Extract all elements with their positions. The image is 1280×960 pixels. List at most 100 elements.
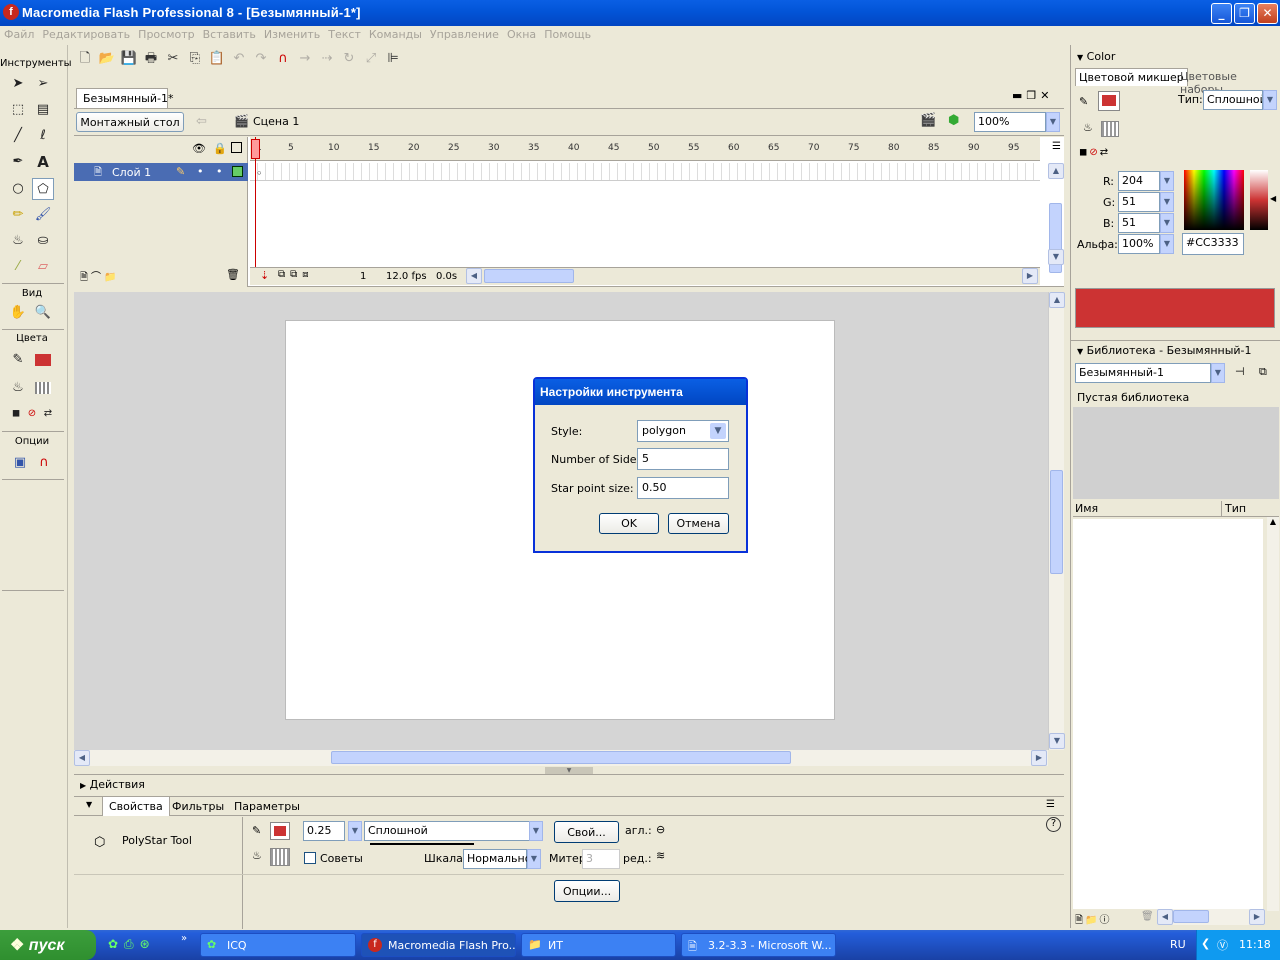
zoom-select[interactable]: 100%	[974, 112, 1046, 132]
language-indicator[interactable]: RU	[1170, 938, 1186, 951]
frame-ruler[interactable]: 15101520253035404550556065707580859095	[250, 137, 1040, 161]
smooth-icon[interactable]: →	[294, 48, 316, 70]
g-input[interactable]: 51	[1118, 192, 1160, 212]
stroke-style-select[interactable]: Сплошной	[364, 821, 530, 845]
timeline-toggle-button[interactable]: Монтажный стол	[76, 112, 184, 132]
back-arrow-icon[interactable]: ⇦	[196, 114, 207, 129]
brightness-slider[interactable]	[1250, 170, 1268, 230]
menu-help[interactable]: Помощь	[540, 26, 595, 43]
mixer-fill-swatch[interactable]	[1101, 121, 1119, 137]
mixer-stroke-swatch[interactable]	[1098, 91, 1120, 111]
document-tab[interactable]: Безымянный-1*	[76, 88, 173, 108]
menu-control[interactable]: Управление	[426, 26, 503, 43]
join-style-icon[interactable]: ≋	[656, 849, 665, 862]
properties-menu-icon[interactable]: ☰	[1046, 799, 1055, 810]
library-panel-header[interactable]: ▼ Библиотека - Безымянный-1	[1071, 340, 1280, 360]
tray-app-icon[interactable]: Ⓥ	[1217, 937, 1228, 953]
arrow-tool-icon[interactable]: ➤	[7, 73, 29, 95]
fill-color-swatch[interactable]	[32, 377, 54, 399]
quick-launch-more-icon[interactable]: »	[181, 933, 187, 944]
open-icon[interactable]: 📂	[96, 48, 118, 70]
scale-dropdown[interactable]: ▼	[527, 849, 541, 869]
text-tool-icon[interactable]: A	[32, 151, 54, 173]
save-icon[interactable]: 💾	[118, 48, 140, 70]
new-library-icon[interactable]: ⧉	[1259, 365, 1267, 379]
paint-bucket-tool-icon[interactable]: ⛀	[32, 230, 54, 252]
pin-library-icon[interactable]: ⊣	[1235, 365, 1245, 378]
object-drawing-icon[interactable]: ▣	[9, 452, 31, 474]
lock-dot[interactable]: •	[216, 165, 223, 178]
pencil-tool-icon[interactable]: ✏	[7, 204, 29, 226]
library-vscroll[interactable]: ▲	[1267, 517, 1279, 911]
custom-stroke-button[interactable]: Свой...	[554, 821, 619, 843]
tab-filters[interactable]: Фильтры	[172, 800, 224, 813]
alpha-dropdown[interactable]: ▼	[1160, 234, 1174, 254]
keyframe-dot[interactable]: ◦	[255, 167, 263, 180]
oval-tool-icon[interactable]: ○	[7, 178, 29, 200]
hand-tool-icon[interactable]: ✋	[7, 302, 29, 324]
cut-icon[interactable]: ✂	[162, 48, 184, 70]
brush-tool-icon[interactable]: 🖌	[32, 204, 54, 226]
visibility-dot[interactable]: •	[197, 165, 204, 178]
copy-icon[interactable]: ⎘	[184, 48, 206, 70]
style-dropdown-icon[interactable]: ▼	[710, 423, 726, 439]
g-dropdown[interactable]: ▼	[1160, 192, 1174, 212]
undo-icon[interactable]: ↶	[228, 48, 250, 70]
scale-icon[interactable]: ⤢	[360, 48, 382, 70]
document-window-controls[interactable]: ▬❐✕	[1012, 89, 1053, 102]
snap-to-objects-icon[interactable]: ∩	[272, 48, 294, 70]
playhead-handle[interactable]	[251, 139, 260, 159]
task-word[interactable]: 🗎 3.2-3.3 - Microsoft W...	[681, 933, 836, 957]
start-button[interactable]: ❖ пуск	[0, 930, 96, 960]
center-frame-icon[interactable]: ⇣	[260, 269, 269, 282]
timeline-hscroll-left[interactable]: ◀	[466, 268, 482, 284]
mixer-color-buttons[interactable]: ◼⊘⇄	[1079, 147, 1110, 158]
edit-symbols-icon[interactable]: ⬢	[948, 113, 959, 128]
menu-modify[interactable]: Изменить	[260, 26, 324, 43]
outline-color-box[interactable]	[232, 166, 243, 177]
polystar-tool-icon[interactable]: ⬠	[32, 178, 54, 200]
library-doc-dropdown[interactable]: ▼	[1211, 363, 1225, 383]
task-folder[interactable]: 📁 ИТ	[521, 933, 676, 957]
pen-tool-icon[interactable]: ✒	[7, 151, 29, 173]
delete-layer-icon[interactable]: 🗑	[226, 268, 240, 281]
hints-checkbox[interactable]	[304, 852, 316, 864]
subselect-tool-icon[interactable]: ➢	[32, 73, 54, 95]
lasso-tool-icon[interactable]: ℓ	[32, 125, 54, 147]
eyedropper-tool-icon[interactable]: ⁄	[7, 256, 29, 278]
miter-input[interactable]: 3	[582, 849, 620, 869]
scale-select[interactable]: Нормально	[463, 849, 531, 869]
align-icon[interactable]: ⊫	[382, 48, 404, 70]
color-spectrum[interactable]	[1184, 170, 1244, 230]
ok-button[interactable]: OK	[599, 513, 659, 534]
library-delete-icon[interactable]: 🗑	[1141, 911, 1154, 922]
fill-type-select[interactable]: Сплошной	[1203, 90, 1263, 110]
brightness-arrow-icon[interactable]: ◀	[1270, 194, 1276, 203]
style-select[interactable]: polygon ▼	[637, 420, 729, 442]
close-button[interactable]: ✕	[1257, 3, 1278, 24]
print-icon[interactable]: 🖶	[140, 48, 162, 70]
library-hscroll[interactable]: ◀ ▶	[1157, 909, 1265, 925]
gradient-transform-tool-icon[interactable]: ▤	[32, 99, 54, 121]
library-list[interactable]	[1073, 519, 1263, 909]
lock-icon[interactable]: 🔒	[213, 142, 227, 155]
fill-color-button[interactable]	[270, 848, 290, 866]
menu-edit[interactable]: Редактировать	[38, 26, 134, 43]
frame-row[interactable]: ◦	[250, 163, 1040, 181]
tab-properties[interactable]: Свойства	[102, 797, 170, 816]
ink-bottle-tool-icon[interactable]: ♨	[7, 230, 29, 252]
zoom-dropdown-icon[interactable]: ▼	[1046, 112, 1060, 132]
maximize-button[interactable]: ❐	[1234, 3, 1255, 24]
b-input[interactable]: 51	[1118, 213, 1160, 233]
star-point-input[interactable]: 0.50	[637, 477, 729, 499]
menu-window[interactable]: Окна	[503, 26, 540, 43]
onion-skin-icons[interactable]: ⧉⧉⧈	[278, 269, 314, 280]
line-tool-icon[interactable]: ╱	[7, 125, 29, 147]
collapse-arrow-icon[interactable]: ▼	[86, 800, 92, 809]
timeline-hscroll-thumb[interactable]	[484, 269, 574, 283]
zoom-tool-icon[interactable]: 🔍	[32, 302, 54, 324]
minimize-button[interactable]: _	[1211, 3, 1232, 24]
rotate-icon[interactable]: ↻	[338, 48, 360, 70]
tab-color-mixer[interactable]: Цветовой микшер	[1075, 68, 1188, 86]
col-name[interactable]: Имя	[1075, 502, 1098, 515]
